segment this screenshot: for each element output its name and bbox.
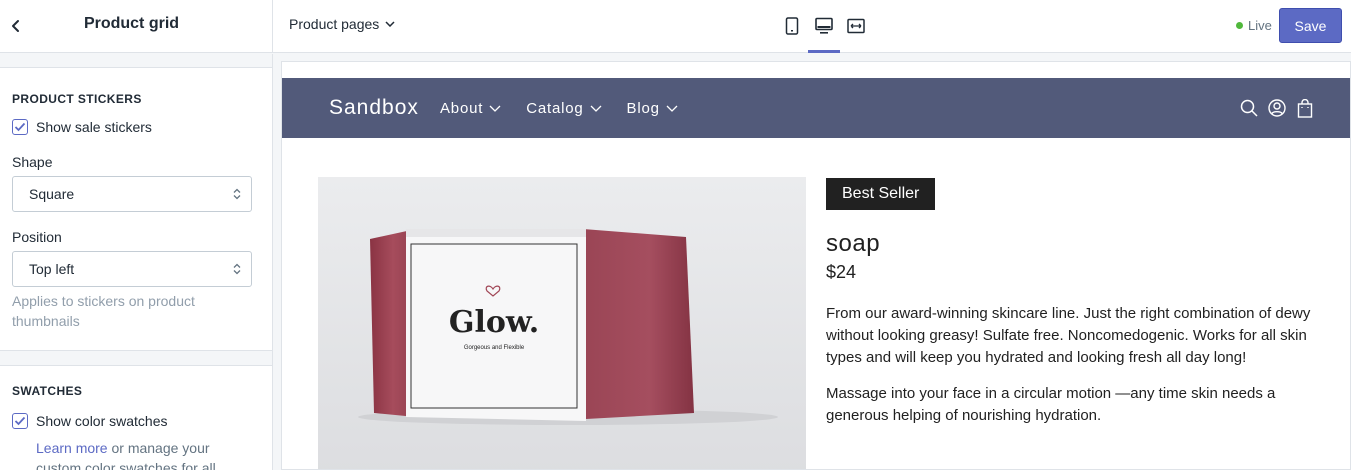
nav-item-catalog[interactable]: Catalog — [526, 100, 601, 117]
fullscreen-view-button[interactable] — [844, 14, 868, 38]
search-icon — [1240, 99, 1258, 117]
store-search-button[interactable] — [1240, 98, 1258, 118]
checkbox-checked-icon — [12, 413, 28, 429]
chevron-down-icon — [385, 21, 395, 27]
shape-select-value: Square — [29, 186, 75, 202]
soap-product-photo: Glow. Gorgeous and Flexible — [318, 177, 806, 469]
select-arrows-icon — [233, 188, 241, 200]
product-stickers-card: PRODUCT STICKERS Show sale stickers Shap… — [0, 67, 272, 351]
product-description: From our award-winning skincare line. Ju… — [826, 305, 1311, 366]
product-title: soap — [826, 230, 881, 257]
mobile-icon — [785, 17, 799, 35]
chevron-down-icon — [489, 105, 501, 112]
position-label: Position — [12, 229, 62, 245]
learn-more-link[interactable]: Learn more — [36, 440, 108, 456]
product-image[interactable]: Glow. Gorgeous and Flexible — [318, 177, 806, 469]
desktop-icon — [815, 17, 833, 34]
section-title-stickers: PRODUCT STICKERS — [12, 92, 142, 106]
product-info: Best Seller soap $24 From our award-winn… — [826, 178, 1316, 427]
store-account-button[interactable] — [1268, 98, 1286, 118]
live-status-label: Live — [1248, 18, 1272, 33]
select-arrows-icon — [233, 263, 241, 275]
store-logo[interactable]: Sandbox — [329, 96, 419, 120]
editor-topbar: Product grid Product pages Live Save — [0, 0, 1351, 53]
save-button[interactable]: Save — [1279, 8, 1342, 43]
nav-item-label: About — [440, 100, 484, 117]
show-color-swatches-checkbox[interactable]: Show color swatches — [12, 413, 168, 429]
position-select-value: Top left — [29, 261, 75, 277]
position-select[interactable]: Top left — [12, 251, 252, 287]
shopping-bag-icon — [1297, 98, 1313, 118]
live-dot-icon — [1236, 22, 1243, 29]
nav-item-label: Blog — [626, 100, 660, 117]
checkbox-checked-icon — [12, 119, 28, 135]
shape-label: Shape — [12, 154, 53, 170]
product-price: $24 — [826, 262, 857, 282]
show-sale-stickers-checkbox[interactable]: Show sale stickers — [12, 119, 152, 135]
live-status: Live — [1236, 18, 1272, 33]
desktop-view-button[interactable] — [812, 14, 836, 38]
chevron-down-icon — [666, 105, 678, 112]
best-seller-badge: Best Seller — [826, 178, 936, 210]
store-cart-button[interactable] — [1296, 98, 1314, 118]
panel-header: Product grid — [0, 0, 273, 53]
nav-item-label: Catalog — [526, 100, 584, 117]
box-brand-text: Glow. — [449, 305, 539, 340]
page-type-selector[interactable]: Product pages — [289, 16, 395, 32]
chevron-down-icon — [590, 105, 601, 112]
mobile-view-button[interactable] — [780, 14, 804, 38]
theme-preview[interactable]: Sandbox About Catalog Blog Glow. Gorgeou… — [281, 61, 1351, 470]
show-color-swatches-label: Show color swatches — [36, 413, 168, 429]
show-sale-stickers-label: Show sale stickers — [36, 119, 152, 135]
user-icon — [1268, 99, 1286, 117]
nav-item-blog[interactable]: Blog — [627, 100, 678, 117]
device-switcher — [780, 14, 868, 38]
section-title-swatches: SWATCHES — [12, 384, 83, 398]
page-type-label: Product pages — [289, 16, 380, 32]
shape-select[interactable]: Square — [12, 176, 252, 212]
store-header-icons — [1240, 98, 1314, 118]
store-header: Sandbox About Catalog Blog — [282, 78, 1350, 138]
panel-title: Product grid — [83, 15, 180, 32]
settings-sidebar[interactable]: PRODUCT STICKERS Show sale stickers Shap… — [0, 54, 273, 470]
swatches-card: SWATCHES Show color swatches Learn more … — [0, 365, 272, 470]
product-description-2: Massage into your face in a circular mot… — [826, 385, 1276, 424]
stickers-help-text: Applies to stickers on product thumbnail… — [12, 293, 195, 329]
swatches-help-text: Learn more or manage your custom color s… — [36, 438, 256, 470]
store-nav-menu: About Catalog Blog — [440, 100, 678, 117]
expand-width-icon — [847, 18, 865, 34]
nav-item-about[interactable]: About — [440, 100, 501, 117]
active-device-indicator — [808, 50, 840, 53]
svg-text:Gorgeous and Flexible: Gorgeous and Flexible — [464, 345, 525, 351]
